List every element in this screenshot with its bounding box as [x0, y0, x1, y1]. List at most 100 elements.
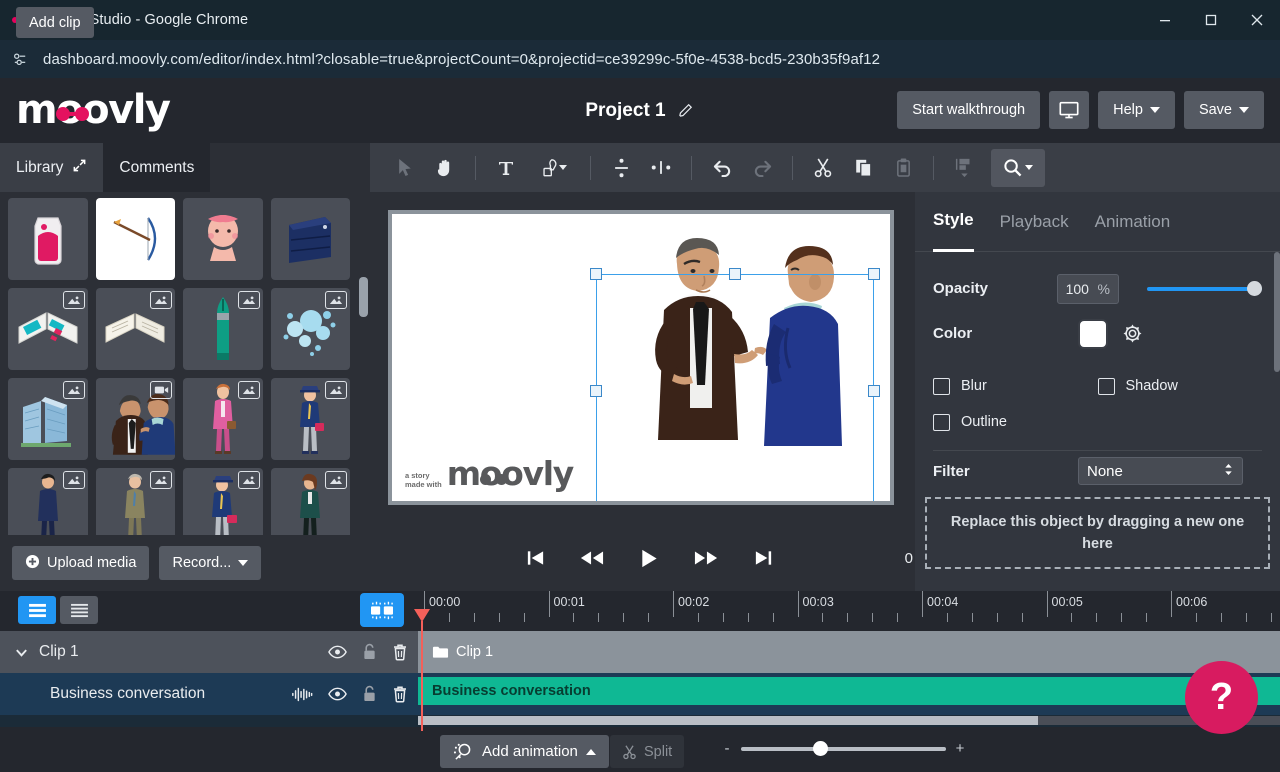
track-business-conversation[interactable]: Business conversation: [0, 673, 1280, 715]
handle-top-center[interactable]: [729, 268, 741, 280]
track-timeline-body[interactable]: Business conversation: [418, 673, 1280, 715]
split-button[interactable]: Split: [610, 735, 684, 768]
paste-icon[interactable]: [884, 149, 922, 187]
fit-to-window-icon[interactable]: [360, 593, 404, 627]
lock-icon[interactable]: [362, 685, 377, 703]
maximize-icon[interactable]: [1188, 0, 1234, 40]
present-button[interactable]: [1049, 91, 1089, 129]
handle-top-right[interactable]: [868, 268, 880, 280]
chevron-down-icon[interactable]: [14, 645, 29, 660]
handle-middle-left[interactable]: [590, 385, 602, 397]
pencil-icon[interactable]: [678, 102, 695, 119]
upload-media-button[interactable]: Upload media: [12, 546, 149, 580]
library-scrollbar[interactable]: [359, 195, 368, 535]
eye-icon[interactable]: [328, 687, 347, 701]
lock-icon[interactable]: [362, 643, 377, 661]
library-scrollbar-thumb[interactable]: [359, 277, 368, 317]
preview-canvas[interactable]: a story made with moovly: [392, 214, 890, 501]
minimize-icon[interactable]: [1142, 0, 1188, 40]
expand-arrows-icon[interactable]: [72, 158, 87, 178]
timeline-clip-group[interactable]: Clip 1: [418, 631, 1280, 673]
timeline-scrollbar-thumb[interactable]: [418, 716, 1038, 725]
properties-scrollbar[interactable]: [1274, 252, 1280, 582]
properties-scrollbar-thumb[interactable]: [1274, 252, 1280, 372]
undo-icon[interactable]: [703, 149, 741, 187]
library-item-man-blue-blazer-case[interactable]: [183, 468, 263, 542]
library-item-man-navy-suit-back[interactable]: [8, 468, 88, 542]
library-item-bubbles[interactable]: [271, 288, 351, 370]
zoom-out-button[interactable]: -: [722, 740, 732, 757]
library-item-man-olive-suit[interactable]: [96, 468, 176, 542]
eye-icon[interactable]: [328, 645, 347, 659]
cut-scissors-icon[interactable]: [804, 149, 842, 187]
blur-checkbox[interactable]: Blur: [933, 378, 1098, 395]
opacity-slider-knob[interactable]: [1247, 281, 1262, 296]
track-timeline-body[interactable]: Clip 1: [418, 631, 1280, 673]
site-settings-icon[interactable]: [6, 51, 34, 68]
opacity-slider[interactable]: [1147, 281, 1262, 297]
handle-middle-right[interactable]: [868, 385, 880, 397]
rewind-icon[interactable]: [569, 538, 615, 578]
hand-pan-icon[interactable]: [426, 149, 464, 187]
fast-forward-icon[interactable]: [683, 538, 729, 578]
add-animation-button[interactable]: Add animation: [440, 735, 609, 768]
shape-tool-button[interactable]: [527, 149, 579, 187]
zoom-in-button[interactable]: +: [955, 740, 965, 757]
waveform-icon[interactable]: [291, 687, 313, 702]
redo-icon[interactable]: [743, 149, 781, 187]
compact-view-icon[interactable]: [60, 596, 98, 624]
start-walkthrough-button[interactable]: Start walkthrough: [897, 91, 1040, 129]
record-button[interactable]: Record...: [159, 546, 261, 580]
library-item-business-conversation[interactable]: [96, 378, 176, 460]
opacity-input[interactable]: 100 %: [1057, 274, 1119, 304]
library-item-woman-teal-suit[interactable]: [271, 468, 351, 542]
track-clip-1[interactable]: Clip 1 Clip 1: [0, 631, 1280, 673]
library-item-man-blue-suit-hat[interactable]: [271, 378, 351, 460]
arrange-layers-icon[interactable]: [945, 149, 983, 187]
tab-library[interactable]: Library: [0, 143, 103, 192]
tab-style[interactable]: Style: [933, 192, 974, 252]
help-floating-button[interactable]: ?: [1185, 661, 1258, 734]
trash-icon[interactable]: [392, 685, 408, 703]
browser-address-bar[interactable]: dashboard.moovly.com/editor/index.html?c…: [0, 40, 1280, 78]
close-icon[interactable]: [1234, 0, 1280, 40]
copy-icon[interactable]: [844, 149, 882, 187]
tab-playback[interactable]: Playback: [1000, 192, 1069, 252]
timeline-ruler[interactable]: 00:0000:0100:0200:0300:0400:0500:06: [418, 591, 1280, 631]
tab-animation[interactable]: Animation: [1095, 192, 1171, 252]
text-icon[interactable]: [487, 149, 525, 187]
library-item-bow-and-arrow[interactable]: [96, 198, 176, 280]
add-clip-button[interactable]: Add clip: [16, 7, 94, 38]
filter-select[interactable]: None: [1078, 457, 1243, 485]
select-arrow-icon[interactable]: [386, 149, 424, 187]
trash-icon[interactable]: [392, 643, 408, 661]
help-menu-button[interactable]: Help: [1098, 91, 1175, 129]
handle-top-left[interactable]: [590, 268, 602, 280]
library-item-office-buildings[interactable]: [8, 378, 88, 460]
zoom-slider-knob[interactable]: [813, 741, 828, 756]
outline-checkbox[interactable]: Outline: [933, 414, 1103, 431]
list-view-icon[interactable]: [18, 596, 56, 624]
save-menu-button[interactable]: Save: [1184, 91, 1264, 129]
zoom-slider[interactable]: [741, 747, 946, 751]
color-swatch[interactable]: [1078, 319, 1108, 349]
shadow-checkbox[interactable]: Shadow: [1098, 378, 1263, 395]
library-item-blue-cabinet[interactable]: [271, 198, 351, 280]
timeline-horizontal-scrollbar[interactable]: [418, 716, 1280, 725]
timeline-clip-object[interactable]: Business conversation: [418, 677, 1280, 705]
library-item-open-magazine[interactable]: [8, 288, 88, 370]
align-horizontal-icon[interactable]: [642, 149, 680, 187]
skip-to-end-icon[interactable]: [740, 538, 786, 578]
skip-to-start-icon[interactable]: [512, 538, 558, 578]
zoom-search-button[interactable]: [991, 149, 1045, 187]
align-vertical-icon[interactable]: [602, 149, 640, 187]
library-item-ink-bag[interactable]: [8, 198, 88, 280]
library-item-man-pink-suit[interactable]: [183, 378, 263, 460]
gear-icon[interactable]: [1122, 323, 1143, 344]
tab-comments[interactable]: Comments: [103, 143, 210, 192]
library-item-fountain-pen[interactable]: [183, 288, 263, 370]
library-item-open-book[interactable]: [96, 288, 176, 370]
replace-object-dropzone[interactable]: Replace this object by dragging a new on…: [925, 497, 1270, 569]
play-icon[interactable]: [626, 538, 672, 578]
library-item-face-head[interactable]: [183, 198, 263, 280]
